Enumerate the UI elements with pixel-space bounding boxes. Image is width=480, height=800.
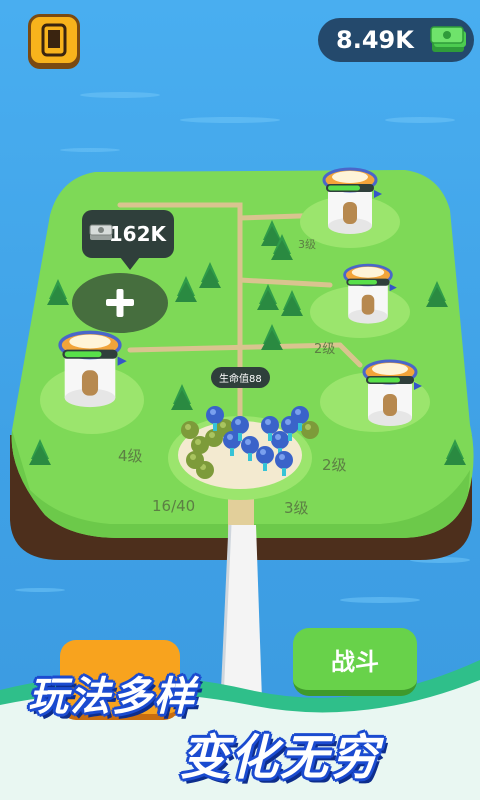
phone-icon: [41, 23, 67, 57]
tower-level-label: 2级: [322, 456, 347, 474]
cash-stack-icon: [89, 224, 113, 240]
tower-health-bar: [366, 376, 414, 384]
soldier-green: [186, 451, 204, 469]
cash-amount: 8.49K: [336, 26, 414, 54]
phone-button[interactable]: [28, 14, 80, 66]
build-cost-bubble: 162K: [82, 210, 174, 270]
build-slot[interactable]: [72, 273, 168, 333]
fight-button[interactable]: 战斗: [293, 628, 417, 696]
army-level-label: 3级: [284, 499, 309, 517]
slogan-line-1: 玩法多样: [28, 674, 196, 720]
tower-level-label: 2级: [314, 342, 336, 357]
cash-counter: 8.49K: [318, 18, 474, 62]
cash-stack-icon: [430, 26, 466, 52]
tower-level-label: 3级: [298, 238, 316, 251]
build-cost-amount: 162K: [108, 222, 166, 246]
tower-health-bar: [346, 278, 390, 286]
army-hp-tag: 生命值88: [211, 367, 270, 388]
soldier-green: [181, 421, 199, 439]
tower-health-bar: [326, 184, 374, 192]
army-count: 16/40: [152, 497, 196, 515]
slogan-line-2: 变化无穷: [180, 730, 381, 786]
tower-health-bar: [62, 349, 118, 359]
tower-level-label: 4级: [118, 447, 143, 465]
soldier-green: [301, 421, 319, 439]
